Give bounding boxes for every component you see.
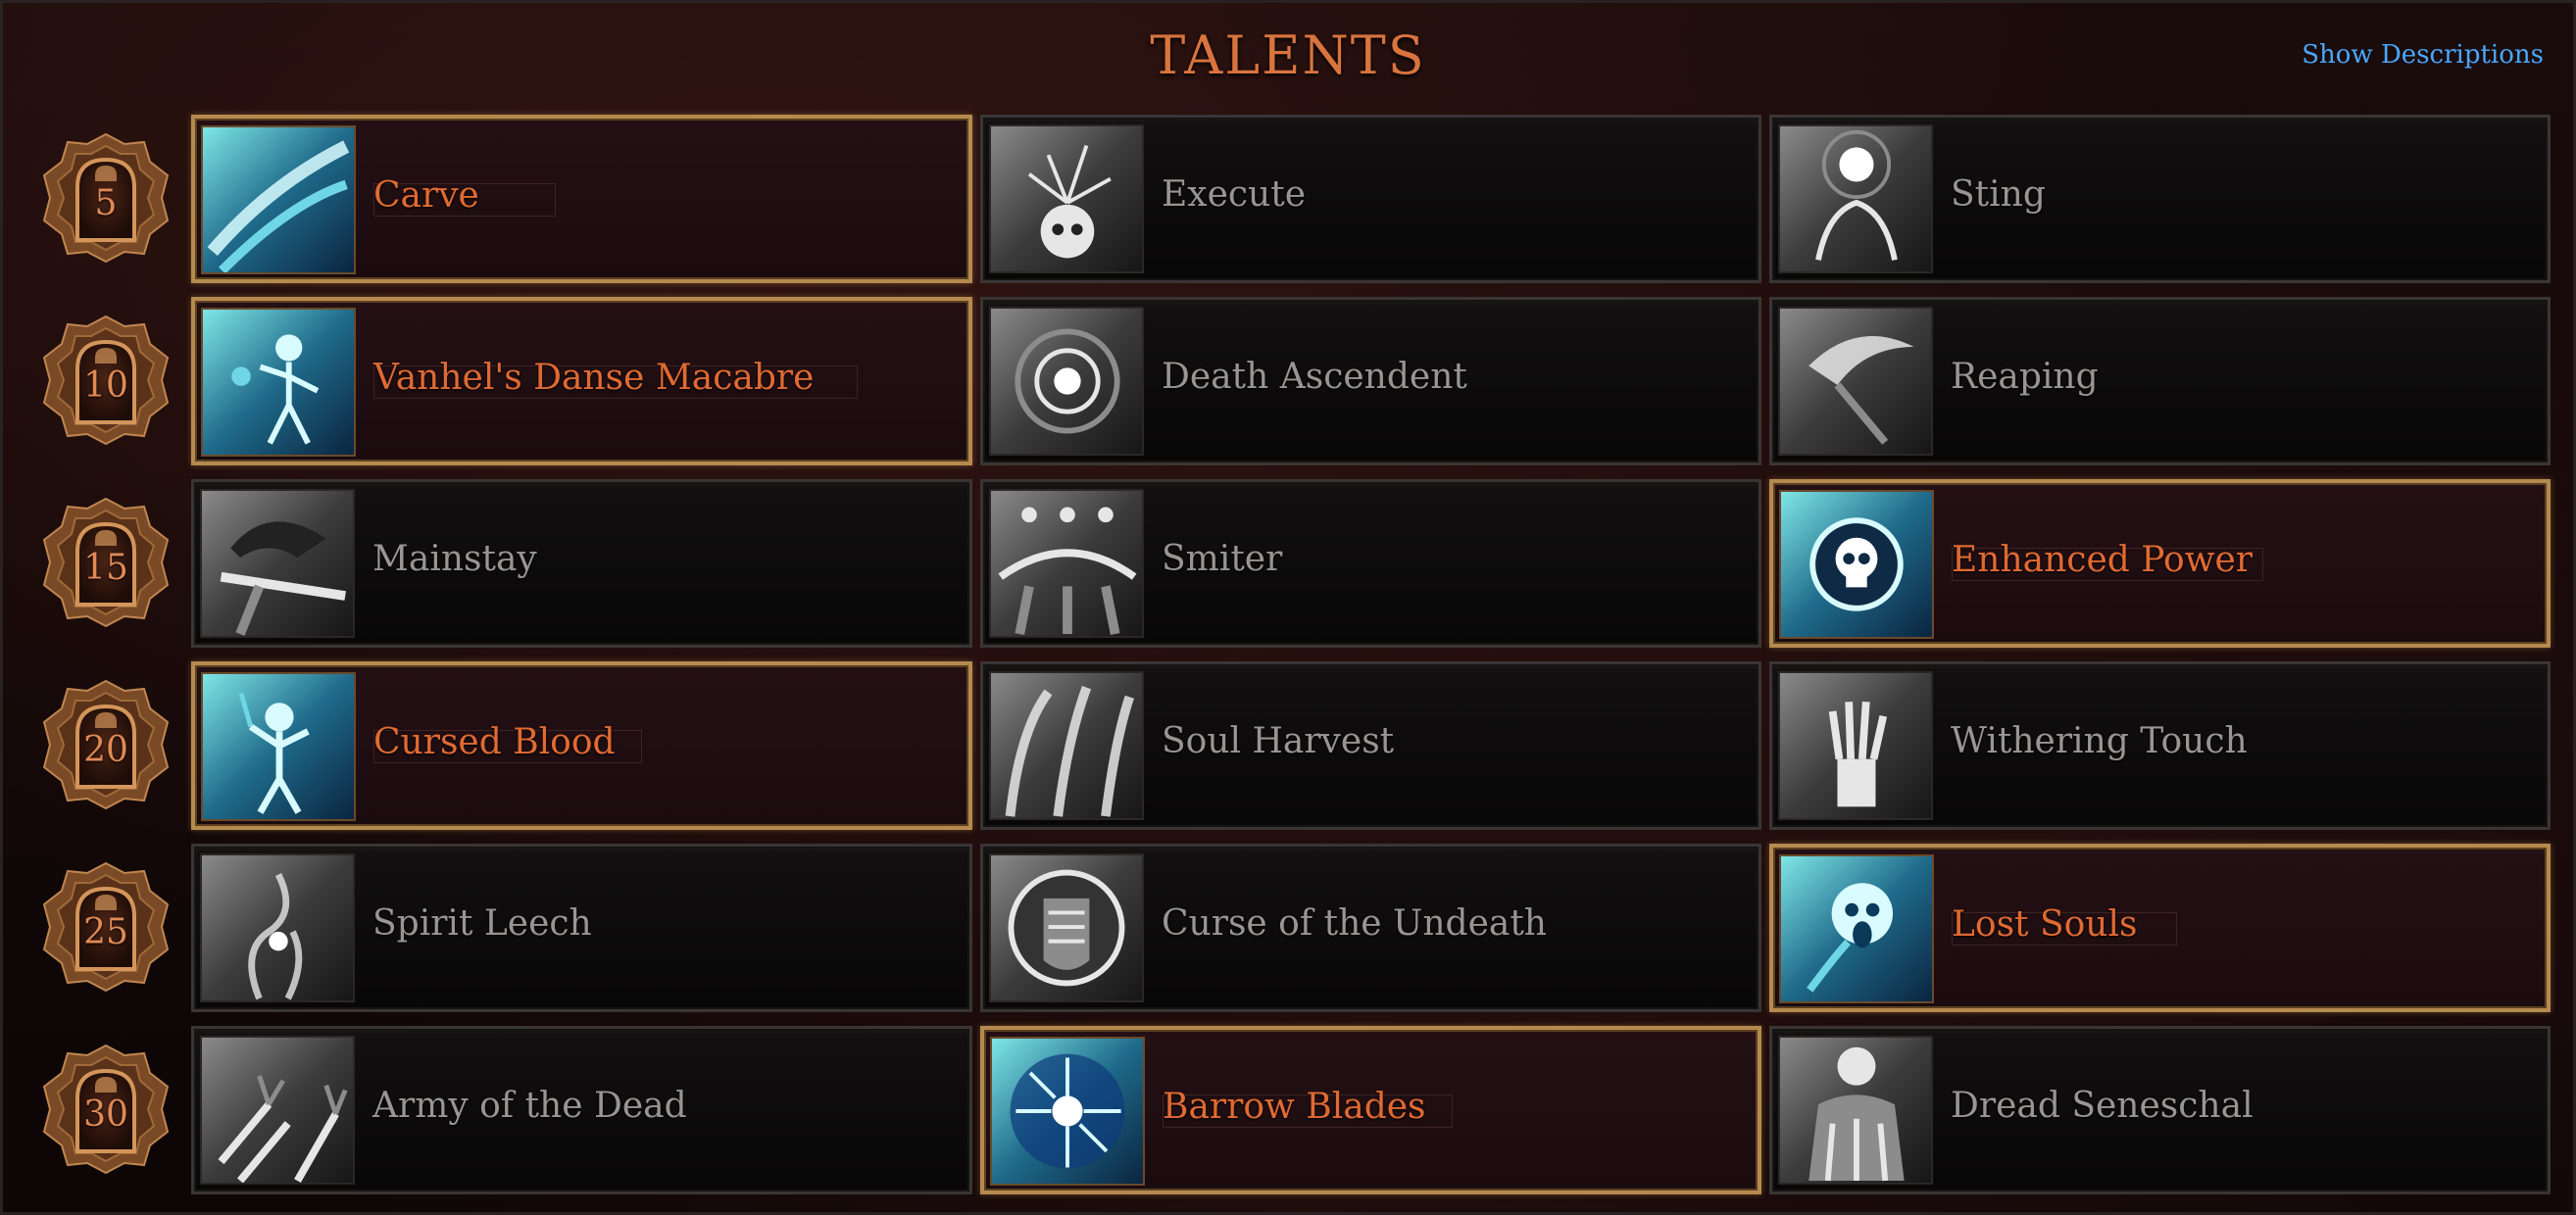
skull-roots-icon [989,124,1144,273]
talent-name: Curse of the Undeath [1162,903,1547,944]
talent-death-ascendent[interactable]: Death Ascendent [980,297,1761,465]
talent-name: Mainstay [372,539,537,579]
level-badge-5: 5 [38,130,173,266]
level-badge-25: 25 [38,859,173,995]
talent-reaping[interactable]: Reaping [1769,297,2551,465]
vortex-icon [989,307,1144,456]
talent-name: Army of the Dead [372,1086,687,1126]
skeleton-summon-icon [201,672,356,821]
slash-icon [201,125,356,274]
talent-vanhel-s-danse-macabre[interactable]: Vanhel's Danse Macabre [191,297,972,465]
souls-rising-icon [989,671,1144,820]
level-badge-10: 10 [38,313,173,448]
level-number: 25 [83,912,128,952]
ribcage-shield-icon [989,853,1144,1002]
level-number: 10 [83,365,128,406]
hands-orb-icon [1778,124,1933,273]
show-descriptions-link[interactable]: Show Descriptions [2302,40,2544,70]
page-title: TALENTS [1150,24,1426,86]
talent-barrow-blades[interactable]: Barrow Blades [980,1026,1761,1194]
talent-withering-touch[interactable]: Withering Touch [1769,661,2551,830]
skull-throne-icon [1778,1036,1933,1185]
talent-name: Soul Harvest [1162,721,1395,761]
talent-soul-harvest[interactable]: Soul Harvest [980,661,1761,830]
talent-enhanced-power[interactable]: Enhanced Power [1769,479,2551,648]
blade-storm-icon [990,1037,1145,1186]
talent-name: Spirit Leech [372,903,592,944]
talent-dread-seneschal[interactable]: Dread Seneschal [1769,1026,2551,1194]
talent-name: Dread Seneschal [1951,1086,2254,1126]
talent-execute[interactable]: Execute [980,115,1761,283]
talent-carve[interactable]: Carve [191,115,972,283]
talent-name: Sting [1951,174,2046,215]
talent-name: Cursed Blood [373,722,616,762]
level-badge-15: 15 [38,495,173,630]
dancing-skeleton-icon [201,308,356,457]
skeleton-hands-icon [200,1036,355,1185]
talent-cursed-blood[interactable]: Cursed Blood [191,661,972,830]
talent-smiter[interactable]: Smiter [980,479,1761,648]
level-badge-20: 20 [38,677,173,812]
talent-name: Vanhel's Danse Macabre [373,358,815,398]
skull-circle-icon [1779,490,1934,639]
bony-hand-icon [1778,671,1933,820]
talent-spirit-leech[interactable]: Spirit Leech [191,844,972,1012]
talents-screen: TALENTS Show Descriptions 5 Carve Execute S… [0,0,2576,1215]
talent-name: Death Ascendent [1162,357,1467,397]
ghost-figures-icon [989,489,1144,638]
level-number: 20 [83,730,128,770]
wailing-skull-icon [1779,854,1934,1003]
talent-army-of-the-dead[interactable]: Army of the Dead [191,1026,972,1194]
spirit-smoke-icon [200,853,355,1002]
talent-lost-souls[interactable]: Lost Souls [1769,844,2551,1012]
level-badge-30: 30 [38,1042,173,1177]
talent-name: Reaping [1951,357,2099,397]
talent-mainstay[interactable]: Mainstay [191,479,972,648]
level-number: 5 [94,183,118,223]
talent-name: Execute [1162,174,1307,215]
reaper-hood-icon [200,489,355,638]
scythe-icon [1778,307,1933,456]
talent-name: Smiter [1162,539,1283,579]
talent-name: Enhanced Power [1952,540,2254,580]
talent-name: Carve [373,175,479,216]
level-number: 15 [83,548,128,588]
talent-name: Lost Souls [1952,904,2138,945]
talent-name: Barrow Blades [1163,1087,1426,1127]
talent-curse-of-the-undeath[interactable]: Curse of the Undeath [980,844,1761,1012]
talent-name: Withering Touch [1951,721,2248,761]
talent-sting[interactable]: Sting [1769,115,2551,283]
level-number: 30 [83,1094,128,1135]
